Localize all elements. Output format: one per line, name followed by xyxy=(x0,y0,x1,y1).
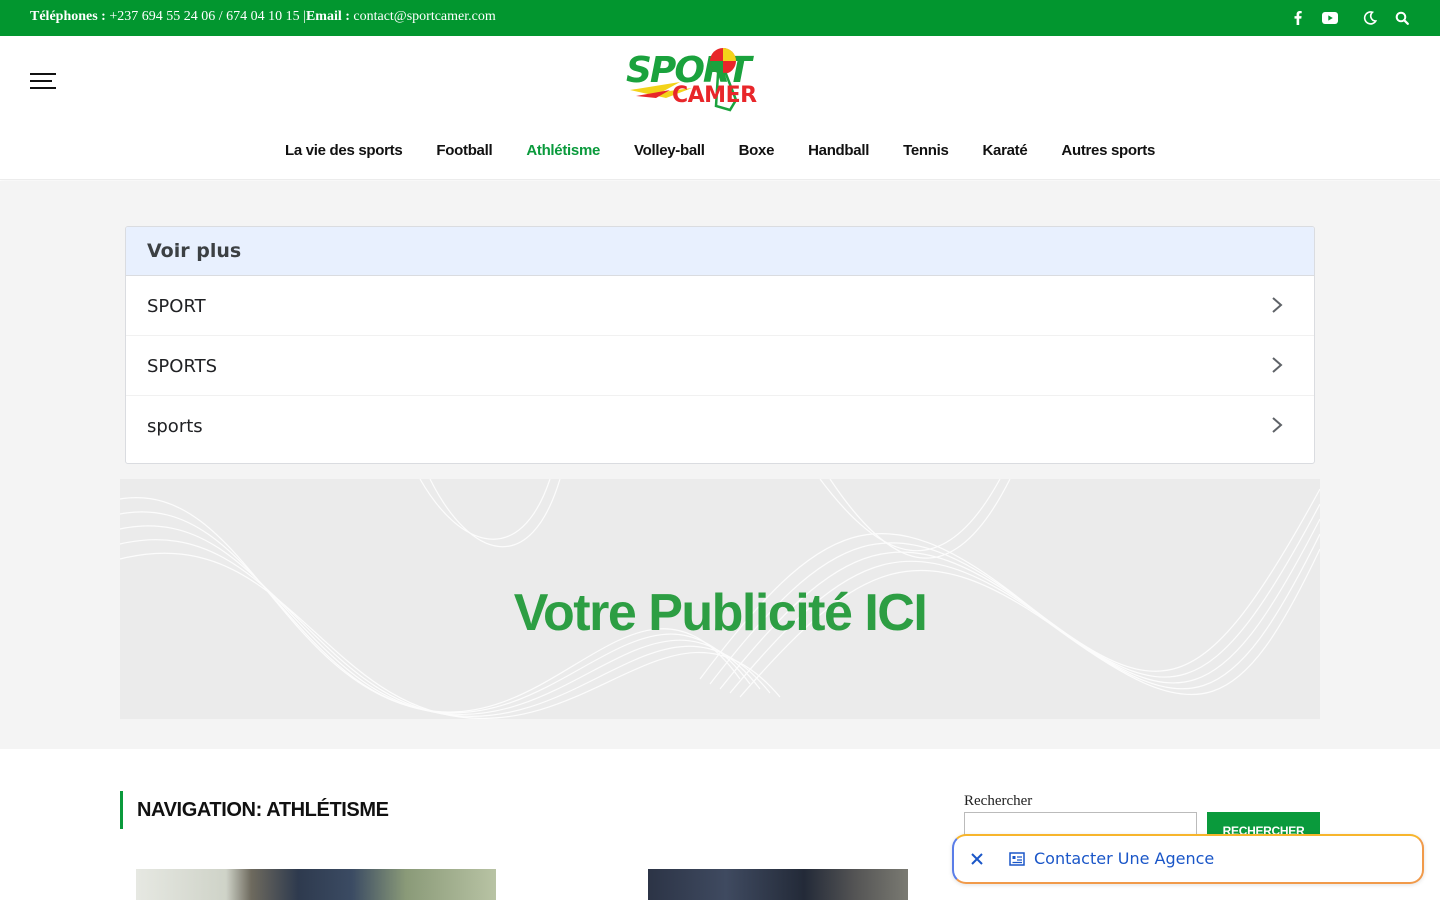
ad-banner[interactable]: Votre Publicité ICI xyxy=(120,479,1320,719)
menu-icon[interactable] xyxy=(30,73,56,91)
voir-plus-item-label: SPORTS xyxy=(147,356,218,377)
ad-text: Votre Publicité ICI xyxy=(513,584,928,642)
chevron-right-icon xyxy=(1272,417,1283,433)
contact-agency-label: Contacter Une Agence xyxy=(1034,849,1215,868)
nav-item-la-vie-des-sports[interactable]: La vie des sports xyxy=(285,142,403,159)
site-header: SPORT CAMER La vie des sports Football A… xyxy=(0,36,1440,180)
youtube-icon[interactable] xyxy=(1320,8,1340,28)
chevron-right-icon xyxy=(1272,297,1283,313)
logo-text-camer: CAMER xyxy=(672,83,757,108)
phones-label: Téléphones : xyxy=(30,9,106,24)
email-label: Email : xyxy=(305,9,350,24)
article-thumbnail[interactable] xyxy=(136,869,496,900)
voir-plus-item-label: sports xyxy=(147,416,203,437)
top-bar-icons xyxy=(1288,8,1412,28)
facebook-icon[interactable] xyxy=(1288,8,1308,28)
site-logo[interactable]: SPORT CAMER xyxy=(622,44,820,116)
nav-item-volley-ball[interactable]: Volley-ball xyxy=(634,142,705,159)
article-thumbnail[interactable] xyxy=(648,869,908,900)
nav-item-handball[interactable]: Handball xyxy=(808,142,869,159)
moon-icon[interactable] xyxy=(1360,8,1380,28)
contact-info: Téléphones : +237 694 55 24 06 / 674 04 … xyxy=(30,9,496,25)
voir-plus-item[interactable]: SPORT xyxy=(126,276,1314,336)
nav-item-boxe[interactable]: Boxe xyxy=(739,142,775,159)
nav-item-karate[interactable]: Karaté xyxy=(983,142,1028,159)
featured-band: Voir plus SPORT SPORTS sports Votre Publ… xyxy=(0,181,1440,749)
section-title: NAVIGATION: ATHLÉTISME xyxy=(120,791,389,829)
nav-item-tennis[interactable]: Tennis xyxy=(903,142,949,159)
main-navigation: La vie des sports Football Athlétisme Vo… xyxy=(0,142,1440,159)
email-value[interactable]: contact@sportcamer.com xyxy=(350,9,495,24)
nav-item-athletisme[interactable]: Athlétisme xyxy=(526,142,600,159)
search-icon[interactable] xyxy=(1392,8,1412,28)
voir-plus-item[interactable]: sports xyxy=(126,396,1314,456)
voir-plus-item[interactable]: SPORTS xyxy=(126,336,1314,396)
contact-agency-prompt[interactable]: Contacter Une Agence xyxy=(952,834,1424,884)
chevron-right-icon xyxy=(1272,357,1283,373)
contact-card-icon xyxy=(1009,852,1025,866)
nav-item-autres-sports[interactable]: Autres sports xyxy=(1061,142,1155,159)
voir-plus-item-label: SPORT xyxy=(147,296,206,317)
nav-item-football[interactable]: Football xyxy=(436,142,492,159)
voir-plus-title: Voir plus xyxy=(126,227,1314,276)
close-icon[interactable] xyxy=(968,850,986,868)
phones-value: +237 694 55 24 06 / 674 04 10 15 | xyxy=(105,9,306,24)
top-bar: Téléphones : +237 694 55 24 06 / 674 04 … xyxy=(0,0,1440,36)
voir-plus-panel: Voir plus SPORT SPORTS sports xyxy=(125,226,1315,464)
search-label: Rechercher xyxy=(964,793,1033,809)
